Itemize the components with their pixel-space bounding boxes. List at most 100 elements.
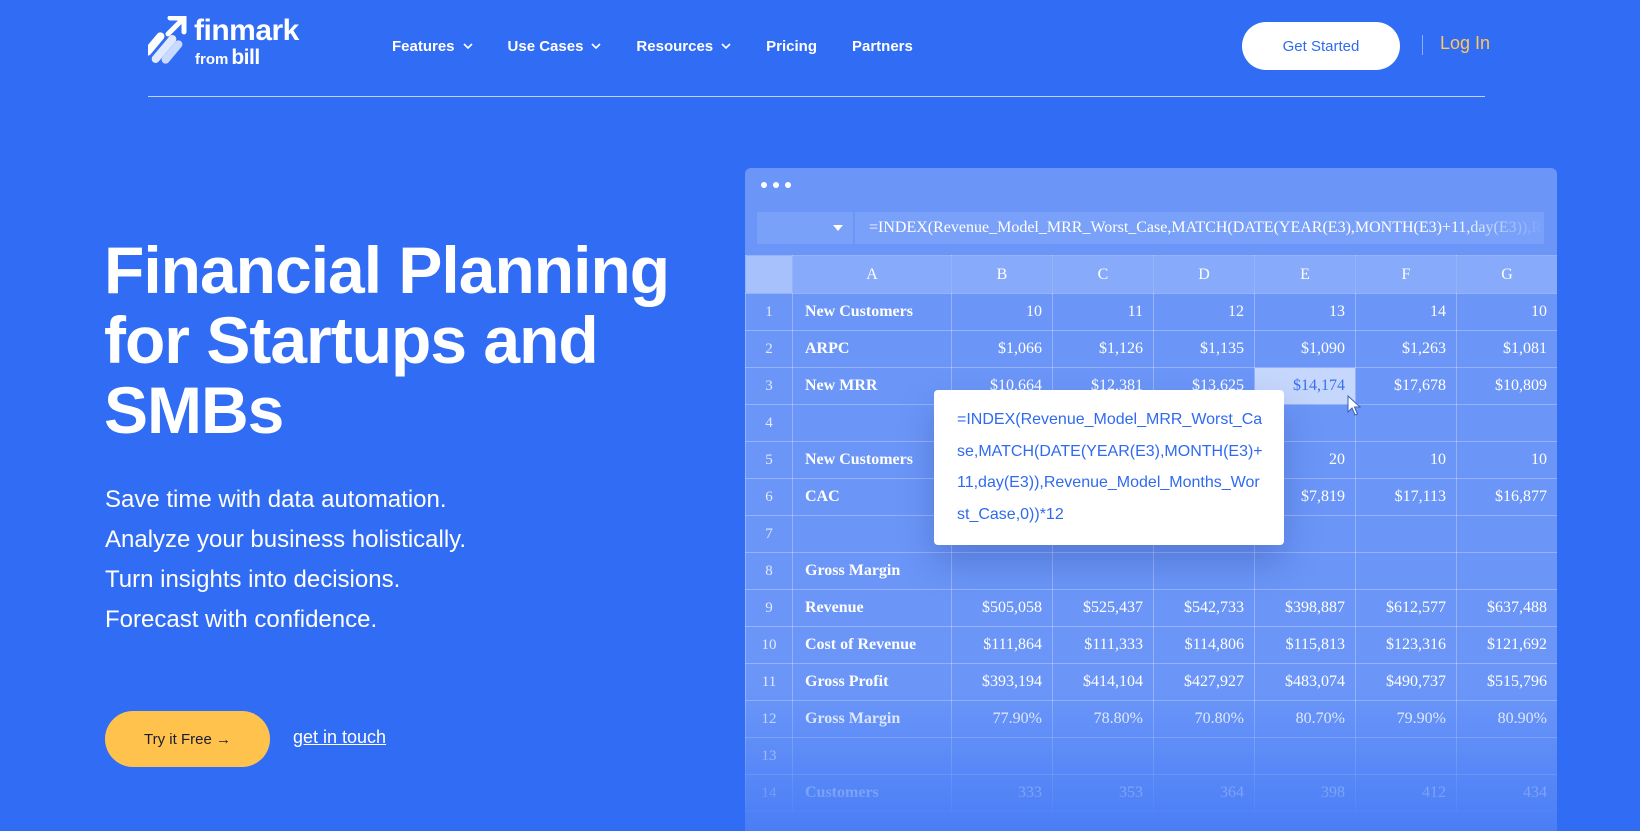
value-cell: 398	[1254, 774, 1356, 812]
value-cell: 10	[1456, 293, 1557, 331]
value-cell	[1052, 737, 1154, 775]
value-cell: 77.90%	[951, 700, 1053, 738]
value-cell: $505,058	[951, 589, 1053, 627]
value-cell: $17,678	[1355, 367, 1457, 405]
window-dot	[785, 182, 791, 188]
value-cell: $17,113	[1355, 478, 1457, 516]
row-number: 8	[745, 552, 793, 590]
brand-from-text: from	[195, 51, 229, 68]
nav-use-cases[interactable]: Use Cases	[508, 38, 602, 55]
window-dot	[761, 182, 767, 188]
login-link[interactable]: Log In	[1440, 33, 1490, 54]
value-cell: 14	[1355, 293, 1457, 331]
value-cell	[1052, 552, 1154, 590]
row-number: 1	[745, 293, 793, 331]
corner-cell	[745, 255, 793, 294]
row-label-cell: New MRR	[792, 367, 952, 405]
window-dot	[773, 182, 779, 188]
value-cell: $427,927	[1153, 663, 1255, 701]
value-cell	[1456, 552, 1557, 590]
column-header: D	[1153, 255, 1255, 294]
row-label-cell: ARPC	[792, 330, 952, 368]
get-in-touch-link[interactable]: get in touch	[293, 727, 386, 748]
row-label-cell: Cost of Revenue	[792, 626, 952, 664]
row-number: 6	[745, 478, 793, 516]
value-cell: 80.70%	[1254, 700, 1356, 738]
column-header: F	[1355, 255, 1457, 294]
value-cell: $1,066	[951, 330, 1053, 368]
value-cell: $1,263	[1355, 330, 1457, 368]
hero-benefit-line: Analyze your business holistically.	[105, 526, 467, 553]
value-cell: $111,864	[951, 626, 1053, 664]
value-cell: $542,733	[1153, 589, 1255, 627]
row-label-cell	[792, 515, 952, 553]
value-cell: 79.90%	[1355, 700, 1457, 738]
row-label-cell: New Customers	[792, 293, 952, 331]
row-label-cell	[792, 737, 952, 775]
value-cell: 10	[1355, 441, 1457, 479]
value-cell: 13	[1254, 293, 1356, 331]
value-cell: $1,126	[1052, 330, 1154, 368]
value-cell	[1456, 404, 1557, 442]
caret-down-icon	[833, 225, 843, 231]
row-number: 7	[745, 515, 793, 553]
value-cell	[1355, 404, 1457, 442]
value-cell: $111,333	[1052, 626, 1154, 664]
row-label-cell: Gross Margin	[792, 700, 952, 738]
value-cell: 333	[951, 774, 1053, 812]
row-number: 14	[745, 774, 793, 812]
formula-bar: =INDEX(Revenue_Model_MRR_Worst_Case,MATC…	[855, 212, 1544, 244]
value-cell	[1456, 737, 1557, 775]
value-cell: $10,809	[1456, 367, 1557, 405]
column-header: A	[792, 255, 952, 294]
row-label-cell: Revenue	[792, 589, 952, 627]
row-number: 10	[745, 626, 793, 664]
cell-name-box	[757, 212, 853, 244]
nav-partners-label: Partners	[852, 37, 913, 55]
nav-partners[interactable]: Partners	[852, 38, 913, 55]
value-cell: $121,692	[1456, 626, 1557, 664]
sheet-row: 13	[745, 737, 1557, 775]
value-cell	[951, 552, 1053, 590]
value-cell: 12	[1153, 293, 1255, 331]
column-header: B	[951, 255, 1053, 294]
value-cell: 11	[1052, 293, 1154, 331]
value-cell: 10	[1456, 441, 1557, 479]
hero-benefit-line: Turn insights into decisions.	[105, 566, 401, 593]
row-label-cell: Gross Margin	[792, 552, 952, 590]
try-it-free-button[interactable]: Try it Free →	[105, 711, 270, 767]
column-header: E	[1254, 255, 1356, 294]
value-cell: $123,316	[1355, 626, 1457, 664]
row-label-cell: Customers	[792, 774, 952, 812]
row-number: 9	[745, 589, 793, 627]
nav-resources-label: Resources	[636, 37, 714, 55]
value-cell: $637,488	[1456, 589, 1557, 627]
row-label-cell: Gross Profit	[792, 663, 952, 701]
value-cell: $490,737	[1355, 663, 1457, 701]
nav-resources[interactable]: Resources	[636, 38, 731, 55]
value-cell	[1355, 515, 1457, 553]
main-nav: Features Use Cases Resources Pricing Par…	[392, 34, 948, 58]
nav-features[interactable]: Features	[392, 38, 473, 55]
column-header: C	[1052, 255, 1154, 294]
value-cell	[1153, 737, 1255, 775]
window-dots-icon	[761, 182, 797, 188]
sheet-row: 8 Gross Margin	[745, 552, 1557, 590]
nav-use-cases-label: Use Cases	[507, 37, 584, 55]
sheet-row: 9 Revenue $505,058 $525,437 $542,733 $398,887…	[745, 589, 1557, 627]
value-cell: $398,887	[1254, 589, 1356, 627]
chevron-down-icon	[591, 43, 601, 50]
hero-title: Financial Planning for Startups and SMBs	[104, 233, 670, 447]
value-cell: 78.80%	[1052, 700, 1154, 738]
finmark-logo[interactable]: finmark from bill	[148, 14, 318, 70]
row-label-cell: New Customers	[792, 441, 952, 479]
value-cell: 434	[1456, 774, 1557, 812]
finmark-logo-icon	[148, 16, 187, 64]
nav-pricing[interactable]: Pricing	[766, 38, 817, 55]
value-cell: $525,437	[1052, 589, 1154, 627]
get-started-button[interactable]: Get Started	[1242, 22, 1400, 70]
mouse-cursor-icon	[1347, 395, 1361, 416]
value-cell: 364	[1153, 774, 1255, 812]
value-cell	[1153, 552, 1255, 590]
sheet-row: 10 Cost of Revenue $111,864 $111,333 $114,80…	[745, 626, 1557, 664]
